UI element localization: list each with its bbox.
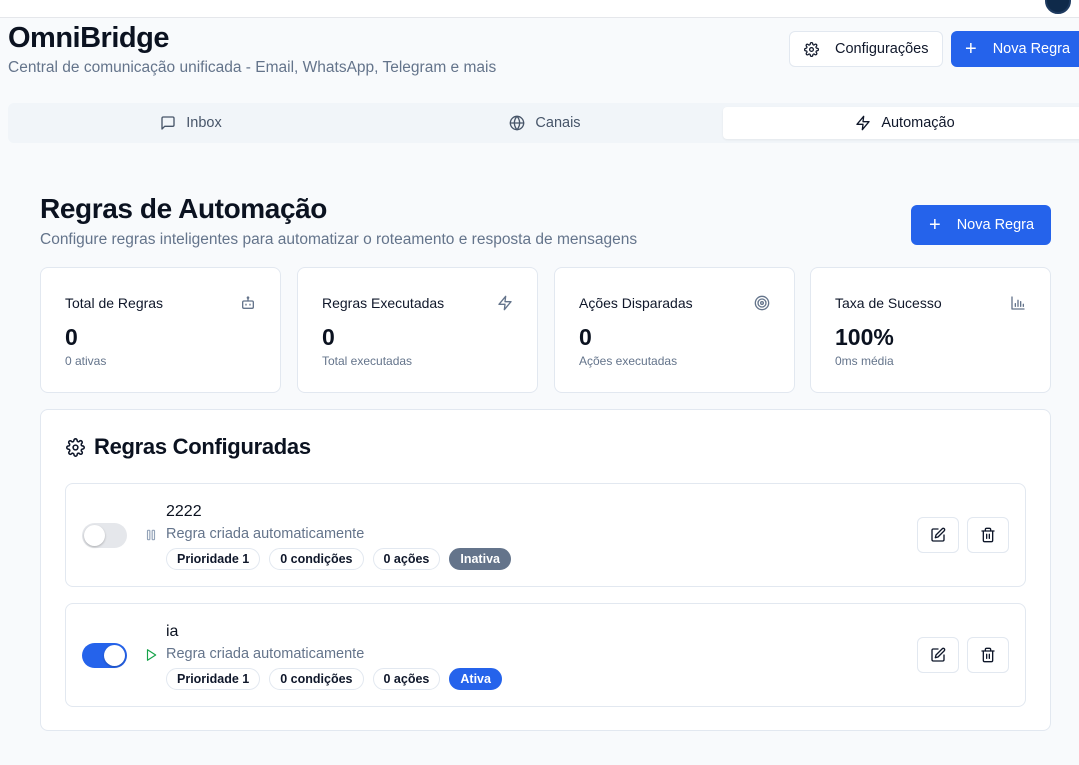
tab-inbox-label: Inbox <box>186 115 222 131</box>
new-rule-label: Nova Regra <box>956 217 1035 233</box>
user-avatar[interactable] <box>1045 0 1071 14</box>
section-title: Regras de Automação <box>40 193 328 224</box>
rule-description: Regra criada automaticamente <box>166 646 365 662</box>
top-bar <box>0 0 1079 18</box>
settings-button[interactable]: Configurações <box>789 31 943 67</box>
stat-value: 0 <box>579 324 592 350</box>
stat-caption: Ações executadas <box>579 354 678 368</box>
rule-enabled-toggle[interactable] <box>82 523 127 548</box>
edit-rule-button[interactable] <box>917 637 959 673</box>
toggle-knob <box>84 525 105 546</box>
rule-item: 2222 Regra criada automaticamente Priori… <box>65 483 1026 587</box>
rule-item: ia Regra criada automaticamente Priorida… <box>65 603 1026 707</box>
stat-caption: 0ms média <box>835 354 894 368</box>
plus-icon: + <box>965 38 977 60</box>
zap-icon <box>856 115 870 131</box>
rule-description: Regra criada automaticamente <box>166 526 365 542</box>
play-icon <box>146 649 157 661</box>
rule-badges: Prioridade 1 0 condições 0 ações Ativa <box>166 668 502 690</box>
target-icon <box>754 295 770 311</box>
rule-name: ia <box>166 623 179 640</box>
section-subtitle: Configure regras inteligentes para autom… <box>40 231 638 248</box>
stat-card-executed-rules: Regras Executadas 0 Total executadas <box>297 267 538 393</box>
gear-icon <box>804 41 819 57</box>
stat-caption: 0 ativas <box>65 354 107 368</box>
stat-label: Taxa de Sucesso <box>835 295 942 311</box>
stat-card-actions-fired: Ações Disparadas 0 Ações executadas <box>554 267 795 393</box>
status-badge: Inativa <box>449 548 511 570</box>
actions-badge: 0 ações <box>372 548 441 570</box>
stat-label: Regras Executadas <box>322 295 445 311</box>
stat-card-success-rate: Taxa de Sucesso 100% 0ms média <box>810 267 1051 393</box>
stat-value: 0 <box>65 324 78 350</box>
rule-enabled-toggle[interactable] <box>82 643 127 668</box>
main-tabs: Inbox Canais Automação <box>8 103 1079 143</box>
bar-chart-icon <box>1011 296 1025 310</box>
globe-icon <box>510 115 525 131</box>
tab-automacao-label: Automação <box>881 115 955 131</box>
gear-icon <box>66 437 85 457</box>
edit-icon <box>931 647 946 662</box>
edit-rule-button[interactable] <box>917 517 959 553</box>
stat-label: Total de Regras <box>65 295 164 311</box>
conditions-badge: 0 condições <box>269 548 364 570</box>
conditions-badge: 0 condições <box>269 668 364 690</box>
toggle-knob <box>104 645 125 666</box>
settings-button-label: Configurações <box>835 41 929 57</box>
header-new-rule-button[interactable]: + Nova Regra <box>951 31 1079 67</box>
delete-rule-button[interactable] <box>967 637 1009 673</box>
tab-canais-label: Canais <box>535 115 581 131</box>
app-title: OmniBridge <box>8 22 169 54</box>
stat-caption: Total executadas <box>322 354 413 368</box>
plus-icon: + <box>929 214 941 236</box>
stat-value: 100% <box>835 324 894 350</box>
actions-badge: 0 ações <box>372 668 441 690</box>
stat-card-total-rules: Total de Regras 0 0 ativas <box>40 267 281 393</box>
delete-rule-button[interactable] <box>967 517 1009 553</box>
card-title-text: Regras Configuradas <box>94 434 311 459</box>
tab-automacao[interactable]: Automação <box>723 107 1079 139</box>
tab-canais[interactable]: Canais <box>366 107 724 139</box>
header-new-rule-label: Nova Regra <box>992 41 1071 57</box>
app-subtitle: Central de comunicação unificada - Email… <box>8 59 497 76</box>
tab-inbox[interactable]: Inbox <box>12 107 370 139</box>
message-square-icon <box>161 116 175 130</box>
trash-icon <box>981 527 995 543</box>
status-badge: Ativa <box>449 668 502 690</box>
stat-value: 0 <box>322 324 335 350</box>
bot-icon <box>242 296 254 309</box>
zap-icon <box>498 295 512 311</box>
new-rule-button[interactable]: + Nova Regra <box>911 205 1051 245</box>
trash-icon <box>981 647 995 663</box>
edit-icon <box>931 527 946 542</box>
priority-badge: Prioridade 1 <box>166 668 261 690</box>
stat-label: Ações Disparadas <box>579 295 693 311</box>
priority-badge: Prioridade 1 <box>166 548 261 570</box>
rule-name: 2222 <box>166 503 202 520</box>
configured-rules-card: Regras Configuradas 2222 Regra criada au… <box>40 409 1051 731</box>
rule-badges: Prioridade 1 0 condições 0 ações Inativa <box>166 548 511 570</box>
pause-icon <box>146 529 156 541</box>
card-title: Regras Configuradas <box>66 434 311 460</box>
